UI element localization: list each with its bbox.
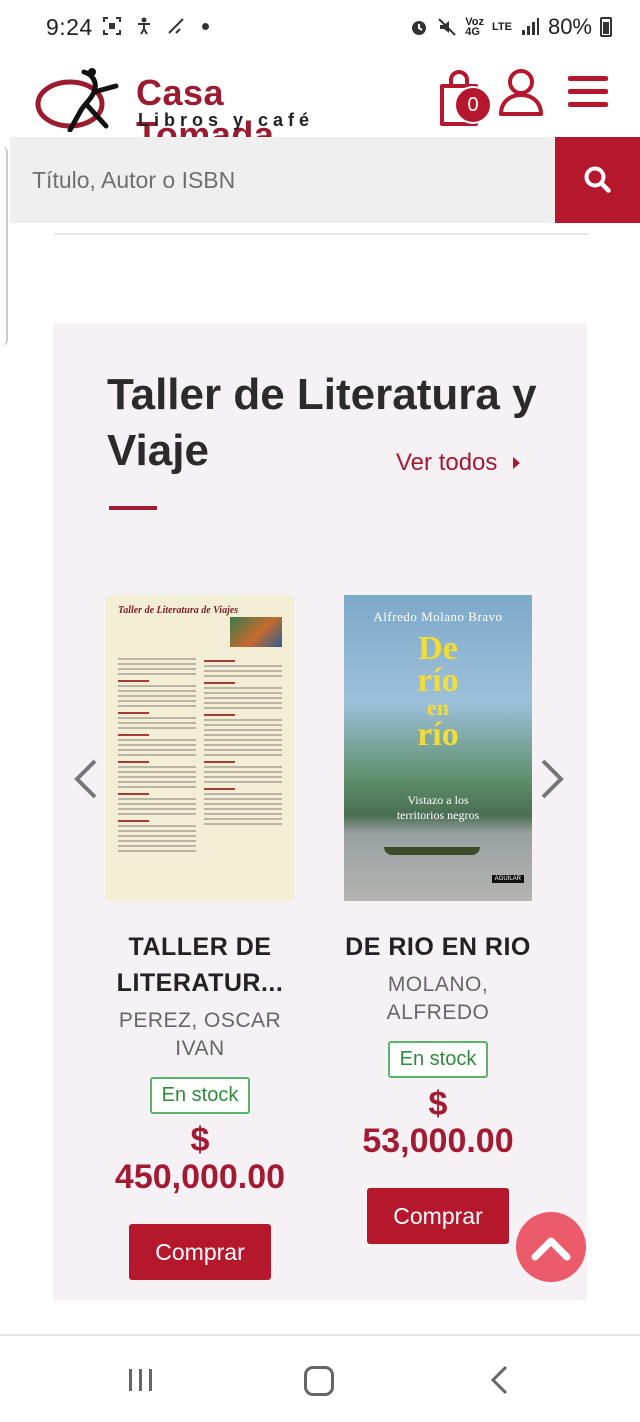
product-card[interactable]: Alfredo Molano Bravo De río en río Vista… [343, 595, 533, 1244]
recent-apps-icon[interactable] [128, 1368, 154, 1392]
no-signal-icon [168, 18, 184, 34]
search-divider [54, 225, 588, 235]
screenshot-icon [103, 17, 121, 35]
cart-count-badge[interactable]: 0 [454, 86, 492, 124]
lte-label: LTE [491, 21, 512, 33]
status-time: 9:24 [46, 14, 93, 40]
product-author: MOLANO, ALFREDO [386, 973, 490, 1024]
cover-photo [230, 617, 282, 647]
home-icon[interactable] [304, 1366, 334, 1396]
cover-boat [384, 847, 480, 855]
scroll-to-top-button[interactable] [516, 1212, 586, 1282]
menu-icon[interactable] [566, 74, 610, 110]
product-title[interactable]: TALLER DE LITERATUR... [105, 929, 295, 1001]
cover-subtitle: Vistazo a los territorios negros [396, 793, 480, 822]
product-price: 53,000.00 [362, 1122, 514, 1160]
status-right: Voz 4G LTE 80% [409, 14, 612, 40]
cover-column-right [204, 655, 282, 852]
price-currency: $ [428, 1085, 448, 1123]
search-icon [584, 166, 611, 193]
back-icon[interactable] [488, 1364, 510, 1396]
caret-right-icon [513, 457, 521, 469]
cover-author: Alfredo Molano Bravo [373, 609, 503, 624]
see-all-label: Ver todos [396, 449, 498, 476]
chevron-up-icon [531, 1237, 571, 1261]
network-type: Voz 4G [465, 16, 484, 38]
logo-dancer-icon [35, 68, 119, 132]
stock-badge: En stock [387, 1041, 489, 1078]
cover-publisher: AGUILAR [491, 875, 524, 883]
chevron-left-icon[interactable] [71, 757, 101, 801]
product-author: PEREZ, OSCAR IVAN [118, 1009, 282, 1060]
mute-icon [438, 18, 456, 36]
buy-button[interactable]: Comprar [129, 1224, 271, 1280]
site-logo[interactable]: Casa Tomada Libros y café [34, 64, 339, 155]
buy-button[interactable]: Comprar [367, 1188, 509, 1244]
product-title[interactable]: DE RIO EN RIO [343, 929, 533, 965]
footer-divider [0, 1334, 640, 1336]
cover-text-columns [118, 655, 282, 852]
product-price: 450,000.00 [114, 1158, 286, 1196]
status-bar: 9:24 Voz 4G LTE 80% [0, 0, 640, 58]
signal-icon [521, 18, 539, 35]
title-underline [109, 506, 157, 510]
battery-icon [600, 17, 612, 37]
search-input[interactable] [10, 137, 555, 223]
stock-badge: En stock [149, 1077, 251, 1114]
logo-subtitle: Libros y café [138, 110, 315, 130]
notification-dot [202, 22, 209, 30]
search-button[interactable] [555, 137, 640, 223]
alarm-icon [412, 21, 427, 35]
price-currency: $ [190, 1121, 210, 1159]
user-icon[interactable] [498, 68, 544, 116]
status-left-icons [102, 16, 209, 36]
product-section: Taller de Literatura y Viaje Ver todos T… [53, 323, 587, 1300]
cover-column-left [118, 655, 196, 852]
battery-percent: 80% [547, 14, 592, 39]
system-nav-bar [0, 1338, 640, 1422]
product-cover[interactable]: Alfredo Molano Bravo De río en río Vista… [344, 595, 532, 901]
accessibility-icon [138, 17, 150, 35]
see-all-link[interactable]: Ver todos [396, 449, 521, 477]
cover-title: Taller de Literatura de Viajes [118, 605, 239, 616]
chevron-right-icon[interactable] [537, 757, 567, 801]
product-cover[interactable]: Taller de Literatura de Viajes [106, 595, 294, 901]
site-header: Casa Tomada Libros y café 0 [0, 58, 640, 155]
search-bar [0, 137, 640, 225]
product-card[interactable]: Taller de Literatura de Viajes TALLER DE… [105, 595, 295, 1280]
cover-title: De río en río [417, 630, 459, 753]
